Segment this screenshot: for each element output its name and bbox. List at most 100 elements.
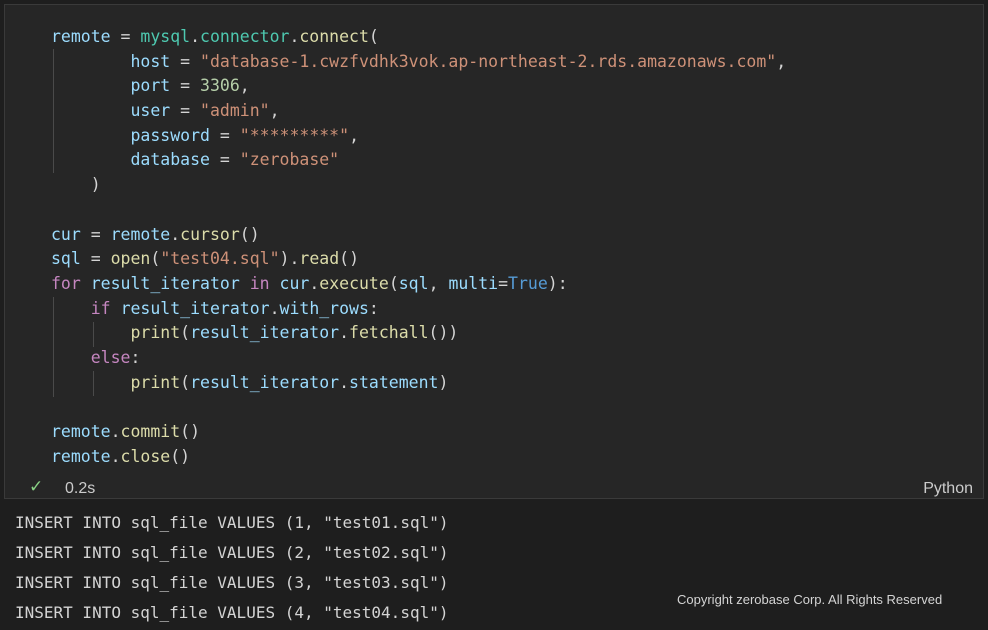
code-token: , (239, 76, 250, 96)
code-token: . (190, 27, 201, 46)
code-token: () (339, 249, 360, 269)
execution-time: 0.2s (65, 480, 96, 497)
code-token: ()) (428, 323, 459, 343)
code-line: host = "database-1.cwzfvdhk3vok.ap-north… (51, 50, 983, 75)
code-token: , (428, 273, 449, 293)
code-token: = (80, 224, 111, 244)
code-token: statement (349, 372, 439, 392)
code-token: = (110, 27, 141, 46)
code-token: () (239, 224, 260, 244)
code-line: remote.commit() (51, 420, 983, 445)
code-token: . (309, 273, 320, 293)
code-editor[interactable]: remote = mysql.connector.connect( host =… (5, 25, 983, 469)
code-token: "*********" (239, 125, 350, 145)
code-token: . (289, 27, 300, 46)
code-token: result_iterator (90, 273, 240, 293)
code-token: = (170, 76, 201, 96)
code-token: remote (51, 422, 111, 441)
code-line: cur = remote.cursor() (51, 223, 983, 248)
code-line: password = "*********", (51, 124, 983, 149)
code-line: remote.close() (51, 445, 983, 470)
code-token: close (120, 446, 171, 466)
code-line: sql = open("test04.sql").read() (51, 247, 983, 272)
code-line: if result_iterator.with_rows: (51, 297, 983, 322)
code-token: , (776, 51, 787, 71)
code-token: password (130, 125, 210, 145)
code-token: ). (279, 249, 300, 269)
code-token: cur (51, 224, 81, 244)
code-token: ): (547, 273, 568, 293)
cell-output: INSERT INTO sql_file VALUES (1, "test01.… (0, 508, 988, 628)
notebook-code-cell[interactable]: remote = mysql.connector.connect( host =… (4, 4, 984, 499)
code-token: : (130, 347, 141, 367)
code-token: = (170, 51, 201, 71)
code-token: result_iterator (190, 323, 340, 343)
code-line: ) (51, 173, 983, 198)
code-token: for (51, 273, 81, 293)
code-token: remote (51, 27, 111, 46)
code-token: . (170, 224, 181, 244)
code-token: cur (279, 273, 310, 293)
code-token: if (90, 298, 111, 318)
code-token: . (110, 422, 121, 441)
code-line: database = "zerobase" (51, 148, 983, 173)
code-token: result_iterator (190, 372, 340, 392)
code-token: user (130, 101, 171, 121)
code-token: ( (180, 323, 191, 343)
check-icon: ✓ (29, 477, 44, 497)
code-token: = (209, 150, 240, 170)
code-token: True (508, 273, 548, 293)
code-token: = (209, 125, 240, 145)
code-token: () (180, 422, 201, 441)
code-token: ) (438, 372, 449, 392)
code-token: , (269, 101, 280, 121)
code-token: sql (398, 273, 429, 293)
code-line: port = 3306, (51, 74, 983, 99)
code-token: connect (299, 27, 369, 46)
code-token: host (130, 51, 171, 71)
code-token: execute (319, 273, 389, 293)
code-token: commit (120, 422, 181, 441)
code-token: : (368, 298, 379, 318)
code-token: in (249, 273, 270, 293)
code-token: "test04.sql" (160, 249, 280, 269)
code-token: = (80, 249, 111, 269)
code-token: ( (180, 372, 191, 392)
code-token: . (110, 446, 121, 466)
code-token: . (339, 323, 350, 343)
code-line: for result_iterator in cur.execute(sql, … (51, 272, 983, 297)
code-line: user = "admin", (51, 99, 983, 124)
code-token: cursor (180, 224, 240, 244)
code-token: = (498, 273, 509, 293)
language-selector[interactable]: Python (923, 480, 973, 498)
code-token: mysql (140, 27, 191, 46)
code-token: . (269, 298, 280, 318)
code-token: result_iterator (120, 298, 270, 318)
code-token: ( (368, 27, 379, 46)
code-token: read (299, 249, 340, 269)
code-token: open (110, 249, 151, 269)
output-line: INSERT INTO sql_file VALUES (2, "test02.… (15, 543, 449, 562)
code-line: print(result_iterator.fetchall()) (51, 321, 983, 346)
code-token: , (349, 125, 359, 145)
code-token: () (170, 446, 191, 466)
code-token: ( (388, 273, 399, 293)
code-token: ( (150, 249, 161, 269)
copyright-notice: Copyright zerobase Corp. All Rights Rese… (677, 592, 943, 607)
code-token: . (339, 372, 350, 392)
code-token: connector (200, 27, 290, 46)
code-token: "admin" (200, 101, 270, 121)
code-token: "database-1.cwzfvdhk3vok.ap-northeast-2.… (200, 51, 777, 71)
